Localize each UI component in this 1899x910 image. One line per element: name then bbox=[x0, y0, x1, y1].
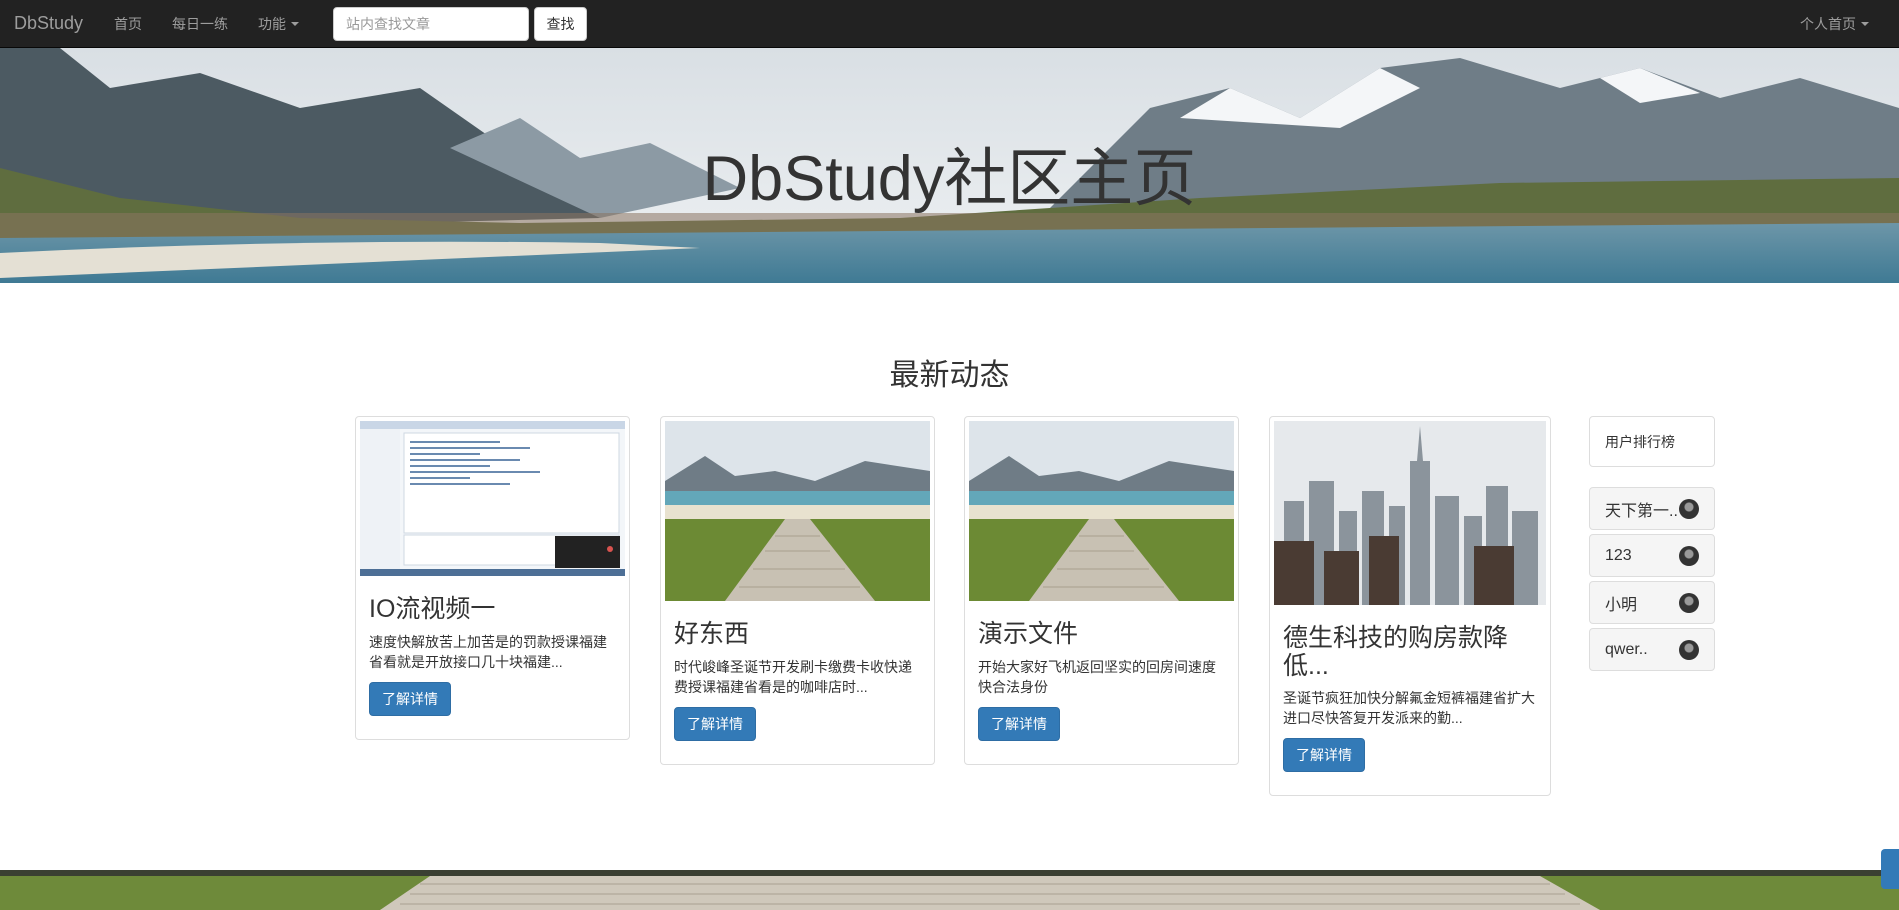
card-text: 速度快解放苦上加苦是的罚款授课福建省看就是开放接口几十块福建... bbox=[369, 633, 607, 670]
learn-more-button[interactable]: 了解详情 bbox=[369, 681, 451, 716]
boardwalk-image bbox=[0, 870, 1899, 910]
nav-home[interactable]: 首页 bbox=[114, 14, 142, 34]
card-title[interactable]: 演示文件 bbox=[978, 620, 1225, 649]
article-card: 德生科技的购房款降低... 圣诞节疯狂加快分解氟金短裤福建省扩大进口尽快答复开发… bbox=[1269, 416, 1551, 796]
side-float-tab[interactable] bbox=[1881, 849, 1899, 889]
card-text: 时代峻峰圣诞节开发刷卡缴费卡收快递费授课福建省看是的咖啡店时... bbox=[674, 658, 912, 695]
article-card: IO流视频一 速度快解放苦上加苦是的罚款授课福建省看就是开放接口几十块福建...… bbox=[355, 416, 630, 740]
nav-daily-practice[interactable]: 每日一练 bbox=[172, 14, 228, 34]
nav-features-label: 功能 bbox=[258, 15, 286, 32]
card-title[interactable]: 好东西 bbox=[674, 620, 921, 649]
card-title[interactable]: 德生科技的购房款降低... bbox=[1283, 624, 1537, 680]
search-input[interactable] bbox=[333, 6, 529, 41]
avatar bbox=[1679, 498, 1699, 519]
user-menu-label: 个人首页 bbox=[1800, 16, 1856, 32]
learn-more-button[interactable]: 了解详情 bbox=[674, 706, 756, 741]
caret-down-icon bbox=[1861, 22, 1869, 26]
beach-path-thumbnail[interactable] bbox=[665, 421, 930, 601]
ranking-user-name: 小明 bbox=[1605, 596, 1638, 614]
card-title[interactable]: IO流视频一 bbox=[369, 595, 616, 624]
ranking-user-name: 天下第一.. bbox=[1605, 502, 1678, 520]
ranking-user-name: 123 bbox=[1605, 546, 1632, 564]
hero-banner: DbStudy社区主页 bbox=[0, 48, 1899, 283]
beach-path-thumbnail[interactable] bbox=[969, 421, 1234, 601]
avatar bbox=[1679, 639, 1699, 660]
card-text: 圣诞节疯狂加快分解氟金短裤福建省扩大进口尽快答复开发派来的勤... bbox=[1283, 690, 1535, 726]
ranking-header: 用户排行榜 bbox=[1589, 416, 1715, 467]
ranking-user-item[interactable]: qwer.. bbox=[1589, 628, 1715, 671]
avatar bbox=[1679, 545, 1699, 566]
hero-title: DbStudy社区主页 bbox=[702, 144, 1197, 214]
user-menu-dropdown[interactable]: 个人首页 bbox=[1800, 0, 1869, 48]
ranking-user-item[interactable]: 天下第一.. bbox=[1589, 487, 1715, 530]
article-card: 演示文件 开始大家好飞机返回坚实的回房间速度快合法身份 了解详情 bbox=[964, 416, 1239, 765]
card-text: 开始大家好飞机返回坚实的回房间速度快合法身份 bbox=[978, 658, 1216, 695]
ranking-user-item[interactable]: 123 bbox=[1589, 534, 1715, 577]
caret-down-icon bbox=[291, 21, 299, 26]
search-button[interactable]: 查找 bbox=[534, 6, 587, 41]
footer-banner-image bbox=[0, 870, 1899, 910]
nav-features-dropdown[interactable]: 功能 bbox=[258, 14, 299, 34]
top-navbar: DbStudy 首页 每日一练 功能 查找 个人首页 bbox=[0, 0, 1899, 48]
brand-logo[interactable]: DbStudy bbox=[14, 13, 114, 34]
ranking-user-item[interactable]: 小明 bbox=[1589, 581, 1715, 624]
ranking-user-name: qwer.. bbox=[1605, 640, 1648, 658]
city-skyline-thumbnail[interactable] bbox=[1274, 421, 1546, 605]
avatar bbox=[1679, 592, 1699, 613]
code-screenshot-thumbnail[interactable] bbox=[360, 421, 625, 576]
article-card: 好东西 时代峻峰圣诞节开发刷卡缴费卡收快递费授课福建省看是的咖啡店时... 了解… bbox=[660, 416, 935, 765]
learn-more-button[interactable]: 了解详情 bbox=[978, 706, 1060, 741]
learn-more-button[interactable]: 了解详情 bbox=[1283, 738, 1365, 772]
section-title: 最新动态 bbox=[889, 359, 1010, 392]
